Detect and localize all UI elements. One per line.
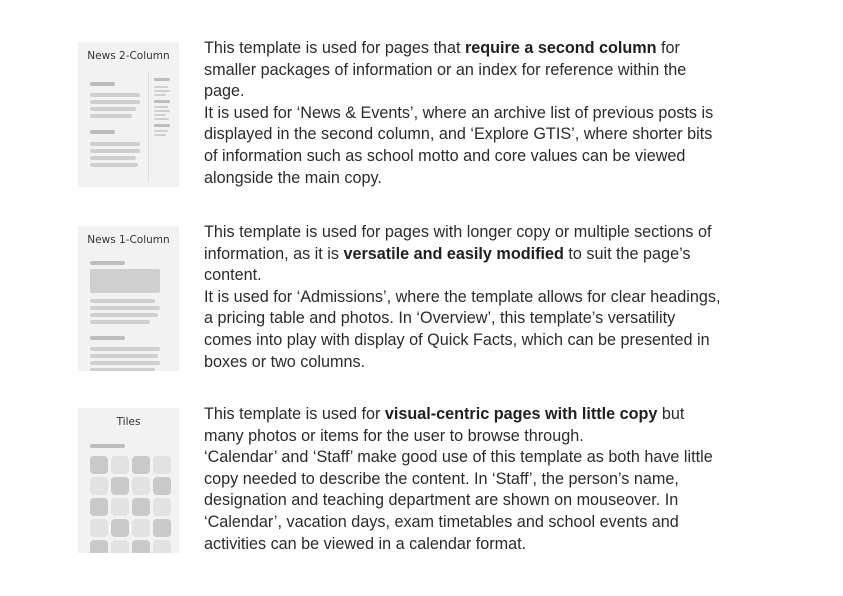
wireframe-sidebar-heading xyxy=(154,78,170,81)
wireframe-line xyxy=(90,361,160,365)
description-emphasis: versatile and easily modified xyxy=(343,244,564,263)
wireframe-sidebar-line xyxy=(154,130,168,132)
wireframe-tile xyxy=(111,477,129,495)
wireframe-tile xyxy=(111,498,129,516)
tiles-thumbnail: Tiles xyxy=(78,408,179,553)
wireframe-sidebar-line xyxy=(154,94,166,96)
wireframe-line xyxy=(90,93,140,97)
wireframe-line xyxy=(90,163,138,167)
wireframe-line xyxy=(90,299,155,303)
thumbnail-title: News 1-Column xyxy=(87,234,170,246)
wireframe-sidebar-line xyxy=(154,134,166,136)
wireframe-line xyxy=(90,156,136,160)
wireframe-tile xyxy=(90,519,108,537)
template-description: This template is used for pages that req… xyxy=(204,38,724,189)
wireframe-line xyxy=(90,114,132,118)
wireframe-sidebar-heading xyxy=(154,100,170,103)
wireframe-line xyxy=(90,320,150,324)
wireframe-tile xyxy=(90,456,108,474)
wireframe-sidebar-line xyxy=(154,106,168,108)
thumbnail-title: News 2-Column xyxy=(87,50,170,62)
description-paragraph: This template is used for pages with lon… xyxy=(204,222,724,287)
wireframe-tile xyxy=(153,519,171,537)
description-paragraph: It is used for ‘Admissions’, where the t… xyxy=(204,287,721,371)
wireframe-tile xyxy=(111,456,129,474)
wireframe-line xyxy=(90,107,136,111)
wireframe-tile xyxy=(153,540,171,553)
wireframe-heading xyxy=(90,82,115,86)
wireframe-line xyxy=(90,306,160,310)
description-paragraph: It is used for ‘News & Events’, where an… xyxy=(204,103,714,187)
wireframe-tile xyxy=(132,519,150,537)
wireframe-tile xyxy=(90,540,108,553)
wireframe-image-block xyxy=(90,269,160,293)
column-divider xyxy=(148,72,149,182)
wireframe-tile xyxy=(132,477,150,495)
wireframe-line xyxy=(90,354,158,358)
news-2-column-thumbnail: News 2-Column xyxy=(78,42,179,187)
wireframe-heading xyxy=(90,261,125,265)
description-paragraph: This template is used for visual-centric… xyxy=(204,404,724,447)
description-emphasis: require a second column xyxy=(464,39,657,57)
wireframe-tile xyxy=(132,540,150,553)
description-paragraph: ‘Calendar’ and ‘Staff’ make good use of … xyxy=(204,448,713,553)
wireframe-heading xyxy=(90,444,125,448)
news-1-column-thumbnail: News 1-Column xyxy=(78,226,179,371)
wireframe-line xyxy=(90,100,140,104)
wireframe-tile xyxy=(111,519,129,537)
description-emphasis: visual-centric pages with little copy xyxy=(384,405,658,423)
description-paragraph: This template is used for pages that req… xyxy=(204,38,724,103)
wireframe-line xyxy=(90,149,140,153)
template-description: This template is used for visual-centric… xyxy=(204,404,724,555)
wireframe-tile xyxy=(132,498,150,516)
wireframe-tile xyxy=(132,456,150,474)
wireframe-sidebar-line xyxy=(154,114,166,116)
wireframe-sidebar-heading xyxy=(154,124,170,127)
wireframe-tile xyxy=(153,456,171,474)
description-text: This template is used for xyxy=(204,405,385,423)
wireframe-line xyxy=(90,347,160,351)
wireframe-sidebar-line xyxy=(154,110,170,112)
wireframe-heading xyxy=(90,336,125,340)
wireframe-heading xyxy=(90,130,115,134)
wireframe-tile xyxy=(90,498,108,516)
wireframe-tile xyxy=(153,498,171,516)
wireframe-sidebar-line xyxy=(154,118,169,120)
wireframe-line xyxy=(90,142,140,146)
wireframe-sidebar-line xyxy=(154,86,168,88)
wireframe-line xyxy=(90,368,155,371)
wireframe-line xyxy=(90,313,158,317)
description-text: This template is used for pages that xyxy=(204,39,465,57)
wireframe-sidebar-line xyxy=(154,90,170,92)
wireframe-tile xyxy=(111,540,129,553)
wireframe-tile xyxy=(153,477,171,495)
thumbnail-title: Tiles xyxy=(116,416,141,428)
wireframe-tile xyxy=(90,477,108,495)
template-description: This template is used for pages with lon… xyxy=(204,222,724,373)
